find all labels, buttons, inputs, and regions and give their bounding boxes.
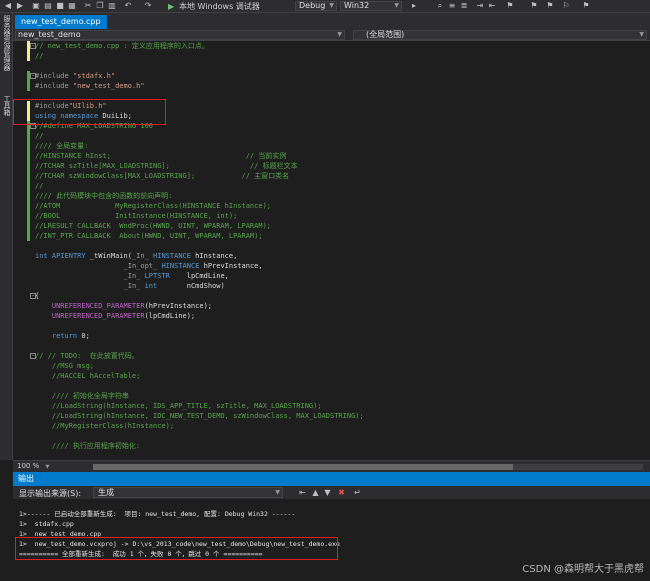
code-line: // bbox=[35, 52, 44, 60]
output-source-value: 生成 bbox=[98, 488, 114, 497]
code-line: //LRESULT CALLBACK WndProc(HWND, UINT, W… bbox=[35, 222, 272, 230]
output-title-text: 输出 bbox=[18, 474, 34, 483]
project-scope-select[interactable]: new_test_demo ▼ bbox=[15, 30, 345, 40]
code-line: //LoadString(hInstance, IDS_APP_TITLE, s… bbox=[35, 402, 322, 410]
code-line: _In_opt_ HINSTANCE hPrevInstance, bbox=[123, 262, 263, 270]
code-line: _In_ int nCmdShow) bbox=[123, 282, 225, 290]
code-line: // bbox=[35, 132, 44, 140]
bookmark-icon[interactable]: ⚑ bbox=[506, 2, 514, 10]
clear-all-icon[interactable]: ✖ bbox=[337, 488, 346, 497]
chevron-down-icon: ▼ bbox=[275, 489, 280, 496]
highlight-annotation bbox=[15, 537, 338, 560]
output-line: 1>------ 已启动全部重新生成: 项目: new_test_demo, 配… bbox=[19, 510, 296, 518]
chevron-down-icon: ▼ bbox=[394, 2, 399, 9]
prev-message-icon[interactable]: ▲ bbox=[311, 488, 320, 497]
undo-icon[interactable]: ↶ bbox=[124, 2, 132, 10]
output-source-label: 显示输出来源(S): bbox=[19, 489, 82, 498]
document-tabstrip: new_test_demo.cpp bbox=[13, 13, 650, 29]
cut-icon[interactable]: ✂ bbox=[84, 2, 92, 10]
code-line: //ATOM MyRegisterClass(HINSTANCE hInstan… bbox=[35, 202, 272, 210]
chevron-down-icon[interactable]: ▼ bbox=[45, 464, 49, 470]
new-file-icon[interactable]: ▣ bbox=[32, 2, 40, 10]
toolbox-tab[interactable]: 工具箱 bbox=[1, 95, 12, 125]
navigation-bar: new_test_demo ▼ (全局范围) ▼ bbox=[13, 29, 650, 41]
chevron-down-icon: ▼ bbox=[329, 2, 334, 9]
server-explorer-tab[interactable]: 服务器资源管理器 bbox=[1, 15, 12, 87]
forward-icon[interactable]: ▶ bbox=[16, 2, 24, 10]
bookmark-clear-icon[interactable]: ⚐ bbox=[562, 2, 570, 10]
comment-icon[interactable]: ≡ bbox=[448, 2, 456, 10]
code-line: //MyRegisterClass(hInstance); bbox=[35, 422, 175, 430]
code-line: #include "stdafx.h" bbox=[35, 72, 116, 80]
changed-lines-marker bbox=[27, 121, 30, 241]
zoom-level[interactable]: 100 % bbox=[17, 462, 39, 470]
tab-new-test-demo-cpp[interactable]: new_test_demo.cpp bbox=[15, 15, 107, 29]
editor-status-bar: 100 % ▼ bbox=[13, 460, 650, 472]
run-target[interactable]: 本地 Windows 调试器 bbox=[179, 1, 260, 12]
platform-select[interactable]: Win32 ▼ bbox=[340, 1, 402, 11]
attach-icon[interactable]: ▸ bbox=[410, 2, 418, 10]
output-toolbar: 显示输出来源(S): 生成 ▼ ⇤ ▲ ▼ ✖ ↵ bbox=[13, 486, 650, 499]
back-icon[interactable]: ◀ bbox=[4, 2, 12, 10]
code-line: //// 执行应用程序初始化: bbox=[35, 442, 141, 450]
code-line: //// 此代码模块中包含的函数的前向声明: bbox=[35, 192, 173, 200]
project-scope-value: new_test_demo bbox=[18, 30, 81, 39]
code-line: //HACCEL hAccelTable; bbox=[35, 372, 141, 380]
side-tool-strip: 服务器资源管理器 工具箱 bbox=[0, 13, 13, 460]
chevron-down-icon: ▼ bbox=[639, 31, 644, 38]
outdent-icon[interactable]: ⇤ bbox=[488, 2, 496, 10]
code-line: //BOOL InitInstance(HINSTANCE, int); bbox=[35, 212, 238, 220]
code-line: UNREFERENCED_PARAMETER(hPrevInstance); bbox=[51, 302, 213, 310]
next-message-icon[interactable]: ▼ bbox=[323, 488, 332, 497]
code-line: return 0; bbox=[51, 332, 90, 340]
code-line: int APIENTRY _tWinMain(_In_ HINSTANCE hI… bbox=[35, 252, 238, 260]
code-line: //TCHAR szWindowClass[MAX_LOADSTRING]; /… bbox=[35, 172, 290, 180]
scrollbar-thumb[interactable] bbox=[93, 464, 513, 470]
code-editor[interactable]: − − − − − // new_test_demo.cpp : 定义应用程序的… bbox=[13, 41, 650, 460]
member-scope-select[interactable]: (全局范围) ▼ bbox=[353, 30, 647, 40]
code-line: //INT_PTR CALLBACK About(HWND, UINT, WPA… bbox=[35, 232, 263, 240]
code-line: UNREFERENCED_PARAMETER(lpCmdLine); bbox=[51, 312, 196, 320]
uncomment-icon[interactable]: ≣ bbox=[460, 2, 468, 10]
code-line: //// 全局变量: bbox=[35, 142, 89, 150]
code-line: //LoadString(hInstance, IDC_NEW_TEST_DEM… bbox=[35, 412, 364, 420]
code-line: // bbox=[35, 182, 44, 190]
redo-icon[interactable]: ↷ bbox=[144, 2, 152, 10]
paste-icon[interactable]: ▥ bbox=[108, 2, 116, 10]
find-icon[interactable]: ⌕ bbox=[436, 2, 444, 10]
code-line: //// 初始化全局字符串 bbox=[35, 392, 129, 400]
output-panel-title: 输出 bbox=[13, 472, 650, 486]
bookmark-next-icon[interactable]: ⚑ bbox=[546, 2, 554, 10]
toggle-icon[interactable]: ⚑ bbox=[582, 2, 590, 10]
copy-icon[interactable]: ❐ bbox=[96, 2, 104, 10]
output-line: 1> stdafx.cpp bbox=[19, 520, 74, 528]
output-source-select[interactable]: 生成 ▼ bbox=[93, 487, 283, 498]
tab-label: new_test_demo.cpp bbox=[21, 17, 101, 26]
code-line: //MSG msg; bbox=[35, 362, 95, 370]
open-folder-icon[interactable]: ▤ bbox=[44, 2, 52, 10]
code-line: // // TODO: 在此放置代码。 bbox=[35, 352, 139, 360]
watermark: CSDN @森明帮大于黑虎帮 bbox=[522, 564, 644, 575]
code-line: { bbox=[35, 292, 40, 300]
configuration-select[interactable]: Debug ▼ bbox=[295, 1, 337, 11]
code-line: _In_ LPTSTR lpCmdLine, bbox=[123, 272, 229, 280]
chevron-down-icon: ▼ bbox=[337, 31, 342, 38]
code-line: //HINSTANCE hInst; // 当前实例 bbox=[35, 152, 287, 160]
code-line: // new_test_demo.cpp : 定义应用程序的入口点。 bbox=[35, 42, 209, 50]
bookmark-prev-icon[interactable]: ⚑ bbox=[530, 2, 538, 10]
configuration-value: Debug bbox=[299, 1, 326, 10]
highlight-annotation bbox=[13, 99, 166, 125]
member-scope-value: (全局范围) bbox=[366, 30, 405, 39]
platform-value: Win32 bbox=[344, 1, 370, 10]
start-debug-icon[interactable]: ▶ bbox=[168, 1, 174, 12]
word-wrap-icon[interactable]: ↵ bbox=[353, 488, 362, 497]
save-icon[interactable]: ■ bbox=[56, 2, 64, 10]
indent-icon[interactable]: ⇥ bbox=[476, 2, 484, 10]
horizontal-scrollbar[interactable] bbox=[93, 464, 643, 470]
goto-error-icon[interactable]: ⇤ bbox=[298, 488, 307, 497]
code-line: //TCHAR szTitle[MAX_LOADSTRING]; // 标题栏文… bbox=[35, 162, 298, 170]
save-all-icon[interactable]: ▦ bbox=[68, 2, 76, 10]
code-line: #include "new_test_demo.h" bbox=[35, 82, 145, 90]
toolbar: ◀ ▶ ▣ ▤ ■ ▦ ✂ ❐ ▥ ↶ ↷ ▶ 本地 Windows 调试器 D… bbox=[0, 0, 650, 13]
